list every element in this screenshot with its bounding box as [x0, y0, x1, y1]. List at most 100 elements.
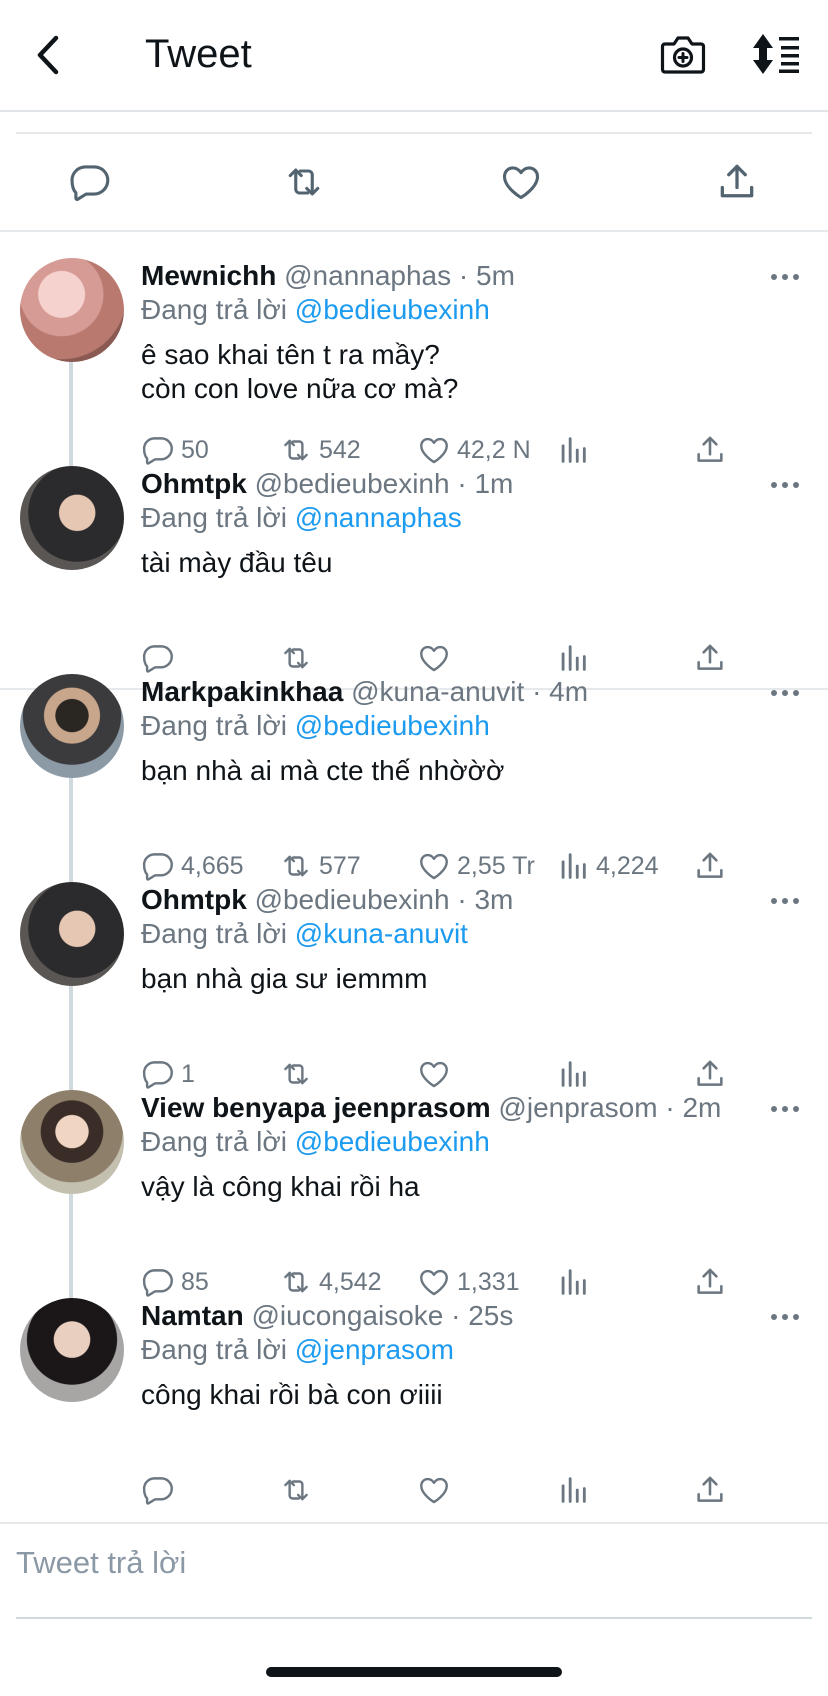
views-icon	[556, 1265, 590, 1299]
display-name[interactable]: Namtan	[141, 1300, 244, 1331]
avatar[interactable]	[20, 674, 124, 778]
reply-button[interactable]: 1	[141, 1054, 195, 1094]
mention-link[interactable]: @kuna-anuvit	[295, 918, 468, 949]
share-button[interactable]	[693, 1470, 727, 1510]
more-icon[interactable]	[770, 1312, 800, 1322]
reply-tweet[interactable]: View benyapa jeenprasom @jenprasom · 2m …	[0, 1090, 828, 1290]
reply-count: 50	[181, 435, 209, 464]
views-button[interactable]	[556, 1470, 596, 1510]
heart-button[interactable]	[417, 1470, 457, 1510]
retweet-button[interactable]	[279, 1470, 319, 1510]
mention-link[interactable]: @nannaphas	[295, 502, 462, 533]
reply-header: Ohmtpk @bedieubexinh · 1m	[141, 466, 513, 502]
views-button[interactable]: 4,224	[556, 846, 659, 886]
reply-tweet[interactable]: Mewnichh @nannaphas · 5m Đang trả lời @b…	[0, 258, 828, 458]
reply-actions: 4,665 577 2,55 Tr 4,224	[141, 846, 741, 886]
retweet-button[interactable]: 577	[279, 846, 361, 886]
reply-composer-input[interactable]: Tweet trả lời	[16, 1545, 186, 1581]
reply-actions: 85 4,542 1,331	[141, 1262, 741, 1302]
reply-count: 1	[181, 1059, 195, 1088]
share-button[interactable]	[693, 430, 727, 470]
replying-label: Đang trả lời	[141, 294, 287, 325]
share-button[interactable]	[693, 638, 727, 678]
reply-button[interactable]: 4,665	[141, 846, 244, 886]
display-name[interactable]: View benyapa jeenprasom	[141, 1092, 491, 1123]
heart-button[interactable]: 2,55 Tr	[417, 846, 535, 886]
retweet-button[interactable]: 4,542	[279, 1262, 382, 1302]
replying-label: Đang trả lời	[141, 1126, 287, 1157]
retweet-button[interactable]	[279, 638, 319, 678]
retweet-icon[interactable]	[282, 160, 326, 204]
share-icon[interactable]	[715, 160, 759, 204]
retweet-button[interactable]	[279, 1054, 319, 1094]
display-name[interactable]: Markpakinkhaa	[141, 676, 343, 707]
views-icon	[556, 433, 590, 467]
mention-link[interactable]: @bedieubexinh	[295, 1126, 490, 1157]
camera-plus-icon[interactable]	[660, 32, 706, 76]
avatar[interactable]	[20, 466, 124, 570]
replying-to: Đang trả lời @kuna-anuvit	[141, 916, 468, 952]
mention-link[interactable]: @bedieubexinh	[295, 294, 490, 325]
share-button[interactable]	[693, 1054, 727, 1094]
views-button[interactable]	[556, 1262, 596, 1302]
reply-icon	[141, 1473, 175, 1507]
page-title: Tweet	[145, 32, 252, 76]
views-icon	[556, 1057, 590, 1091]
heart-button[interactable]	[417, 638, 457, 678]
avatar[interactable]	[20, 1298, 124, 1402]
heart-icon[interactable]	[499, 160, 543, 204]
tweet-text: công khai rồi bà con ơiiii	[141, 1379, 443, 1410]
display-name[interactable]: Ohmtpk	[141, 468, 247, 499]
heart-button[interactable]	[417, 1054, 457, 1094]
reply-button[interactable]: 50	[141, 430, 209, 470]
more-icon[interactable]	[770, 1104, 800, 1114]
heart-icon	[417, 1473, 451, 1507]
avatar[interactable]	[20, 882, 124, 986]
views-icon	[556, 849, 590, 883]
chevron-left-icon[interactable]	[24, 30, 74, 80]
reply-tweet[interactable]: Ohmtpk @bedieubexinh · 1m Đang trả lời @…	[0, 466, 828, 666]
more-icon[interactable]	[770, 688, 800, 698]
more-icon[interactable]	[770, 896, 800, 906]
handle-and-time: @nannaphas · 5m	[284, 260, 515, 291]
reply-tweet[interactable]: Namtan @iucongaisoke · 25s Đang trả lời …	[0, 1298, 828, 1498]
reply-button[interactable]	[141, 638, 181, 678]
avatar[interactable]	[20, 1090, 124, 1194]
reply-button[interactable]: 85	[141, 1262, 209, 1302]
display-name[interactable]: Mewnichh	[141, 260, 276, 291]
views-button[interactable]	[556, 1054, 596, 1094]
views-count: 4,224	[596, 851, 659, 880]
views-button[interactable]	[556, 430, 596, 470]
sort-icon[interactable]	[752, 34, 804, 74]
reply-icon[interactable]	[68, 160, 112, 204]
reply-icon	[141, 641, 175, 675]
views-icon	[556, 1473, 590, 1507]
share-icon	[693, 433, 727, 467]
retweet-button[interactable]: 542	[279, 430, 361, 470]
reply-header: View benyapa jeenprasom @jenprasom · 2m	[141, 1090, 721, 1126]
more-icon[interactable]	[770, 272, 800, 282]
display-name[interactable]: Ohmtpk	[141, 884, 247, 915]
share-icon	[693, 1265, 727, 1299]
heart-count: 42,2 N	[457, 435, 531, 464]
share-icon	[693, 641, 727, 675]
reply-button[interactable]	[141, 1470, 181, 1510]
retweet-icon	[279, 1057, 313, 1091]
share-button[interactable]	[693, 1262, 727, 1302]
top-bar: Tweet	[0, 0, 828, 112]
reply-count: 4,665	[181, 851, 244, 880]
more-icon[interactable]	[770, 480, 800, 490]
heart-icon	[417, 849, 451, 883]
retweet-icon	[279, 1265, 313, 1299]
views-button[interactable]	[556, 638, 596, 678]
heart-button[interactable]: 42,2 N	[417, 430, 531, 470]
reply-tweet[interactable]: Ohmtpk @bedieubexinh · 3m Đang trả lời @…	[0, 882, 828, 1082]
mention-link[interactable]: @jenprasom	[295, 1334, 454, 1365]
avatar[interactable]	[20, 258, 124, 362]
reply-tweet[interactable]: Markpakinkhaa @kuna-anuvit · 4m Đang trả…	[0, 674, 828, 874]
mention-link[interactable]: @bedieubexinh	[295, 710, 490, 741]
tweet-text: bạn nhà ai mà cte thế nhờờờ	[141, 755, 505, 786]
handle-and-time: @iucongaisoke · 25s	[251, 1300, 514, 1331]
share-button[interactable]	[693, 846, 727, 886]
heart-button[interactable]: 1,331	[417, 1262, 520, 1302]
